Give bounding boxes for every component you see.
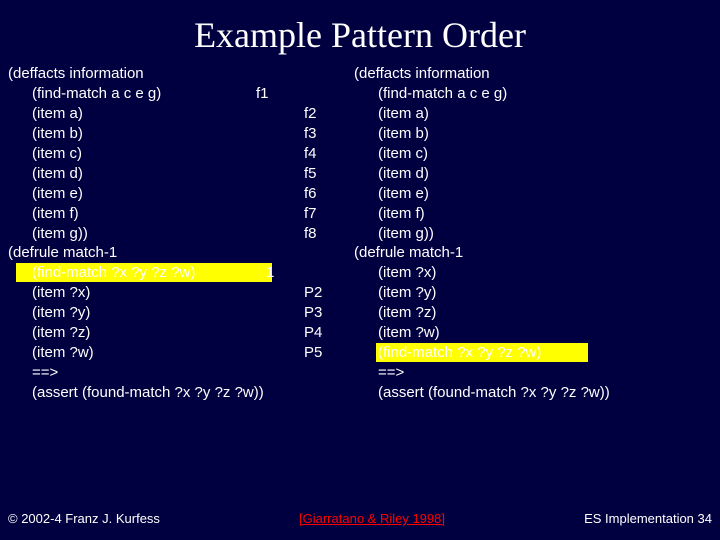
- code-line: (find-match a c e g): [354, 84, 714, 104]
- code-line: (item e): [8, 184, 278, 204]
- code-line: (defrule match-1: [354, 243, 714, 263]
- code-line: (item d): [8, 164, 278, 184]
- code-line: (assert (found-match ?x ?y ?z ?w)): [8, 383, 278, 403]
- pattern-label: P5: [256, 343, 366, 363]
- label-column: f1 f2 f3 f4 f5 f6 f7 f8 1 P2 P3 P4 P5: [256, 64, 366, 363]
- code-line: ==>: [8, 363, 278, 383]
- code-line: (item a): [8, 104, 278, 124]
- code-line: (item e): [354, 184, 714, 204]
- pattern-label: P2: [256, 283, 366, 303]
- fact-label: f5: [256, 164, 366, 184]
- code-line: (item c): [354, 144, 714, 164]
- code-line: (item ?w): [8, 343, 278, 363]
- pattern-label: P3: [256, 303, 366, 323]
- code-line: (item ?y): [354, 283, 714, 303]
- fact-label: f8: [256, 224, 366, 244]
- code-line: (deffacts information: [8, 64, 278, 84]
- code-line: (item ?z): [8, 323, 278, 343]
- code-line: (item ?z): [354, 303, 714, 323]
- slide-title: Example Pattern Order: [0, 0, 720, 64]
- fact-label: f6: [256, 184, 366, 204]
- code-line: (item c): [8, 144, 278, 164]
- code-line: (item g)): [354, 224, 714, 244]
- code-line: (find-match ?x ?y ?z ?w): [354, 343, 714, 363]
- fact-label: f7: [256, 204, 366, 224]
- code-line: (assert (found-match ?x ?y ?z ?w)): [354, 383, 714, 403]
- code-line: (item ?w): [354, 323, 714, 343]
- code-line: (item b): [354, 124, 714, 144]
- fact-label: f2: [256, 104, 366, 124]
- slide-footer: © 2002-4 Franz J. Kurfess [Giarratano & …: [8, 511, 712, 526]
- code-line: (defrule match-1: [8, 243, 278, 263]
- fact-label: f1: [256, 84, 366, 104]
- code-line: (item f): [8, 204, 278, 224]
- code-line: (item a): [354, 104, 714, 124]
- fact-label: f3: [256, 124, 366, 144]
- code-line: (deffacts information: [354, 64, 714, 84]
- citation-link[interactable]: [Giarratano & Riley 1998]: [299, 511, 445, 526]
- code-line: (find-match ?x ?y ?z ?w): [8, 263, 278, 283]
- fact-label: f4: [256, 144, 366, 164]
- code-line: ==>: [354, 363, 714, 383]
- copyright-text: © 2002-4 Franz J. Kurfess: [8, 511, 160, 526]
- pattern-label: P4: [256, 323, 366, 343]
- page-number: ES Implementation 34: [584, 511, 712, 526]
- code-line: (item ?x): [354, 263, 714, 283]
- code-line: (item ?y): [8, 303, 278, 323]
- code-line: (item ?x): [8, 283, 278, 303]
- code-line: (item b): [8, 124, 278, 144]
- code-line: (item f): [354, 204, 714, 224]
- code-line: (item d): [354, 164, 714, 184]
- pattern-label: 1: [256, 263, 366, 283]
- right-code: (deffacts information (find-match a c e …: [354, 64, 714, 403]
- left-code: (deffacts information (find-match a c e …: [8, 64, 278, 403]
- code-line: (find-match a c e g): [8, 84, 278, 104]
- code-line: (item g)): [8, 224, 278, 244]
